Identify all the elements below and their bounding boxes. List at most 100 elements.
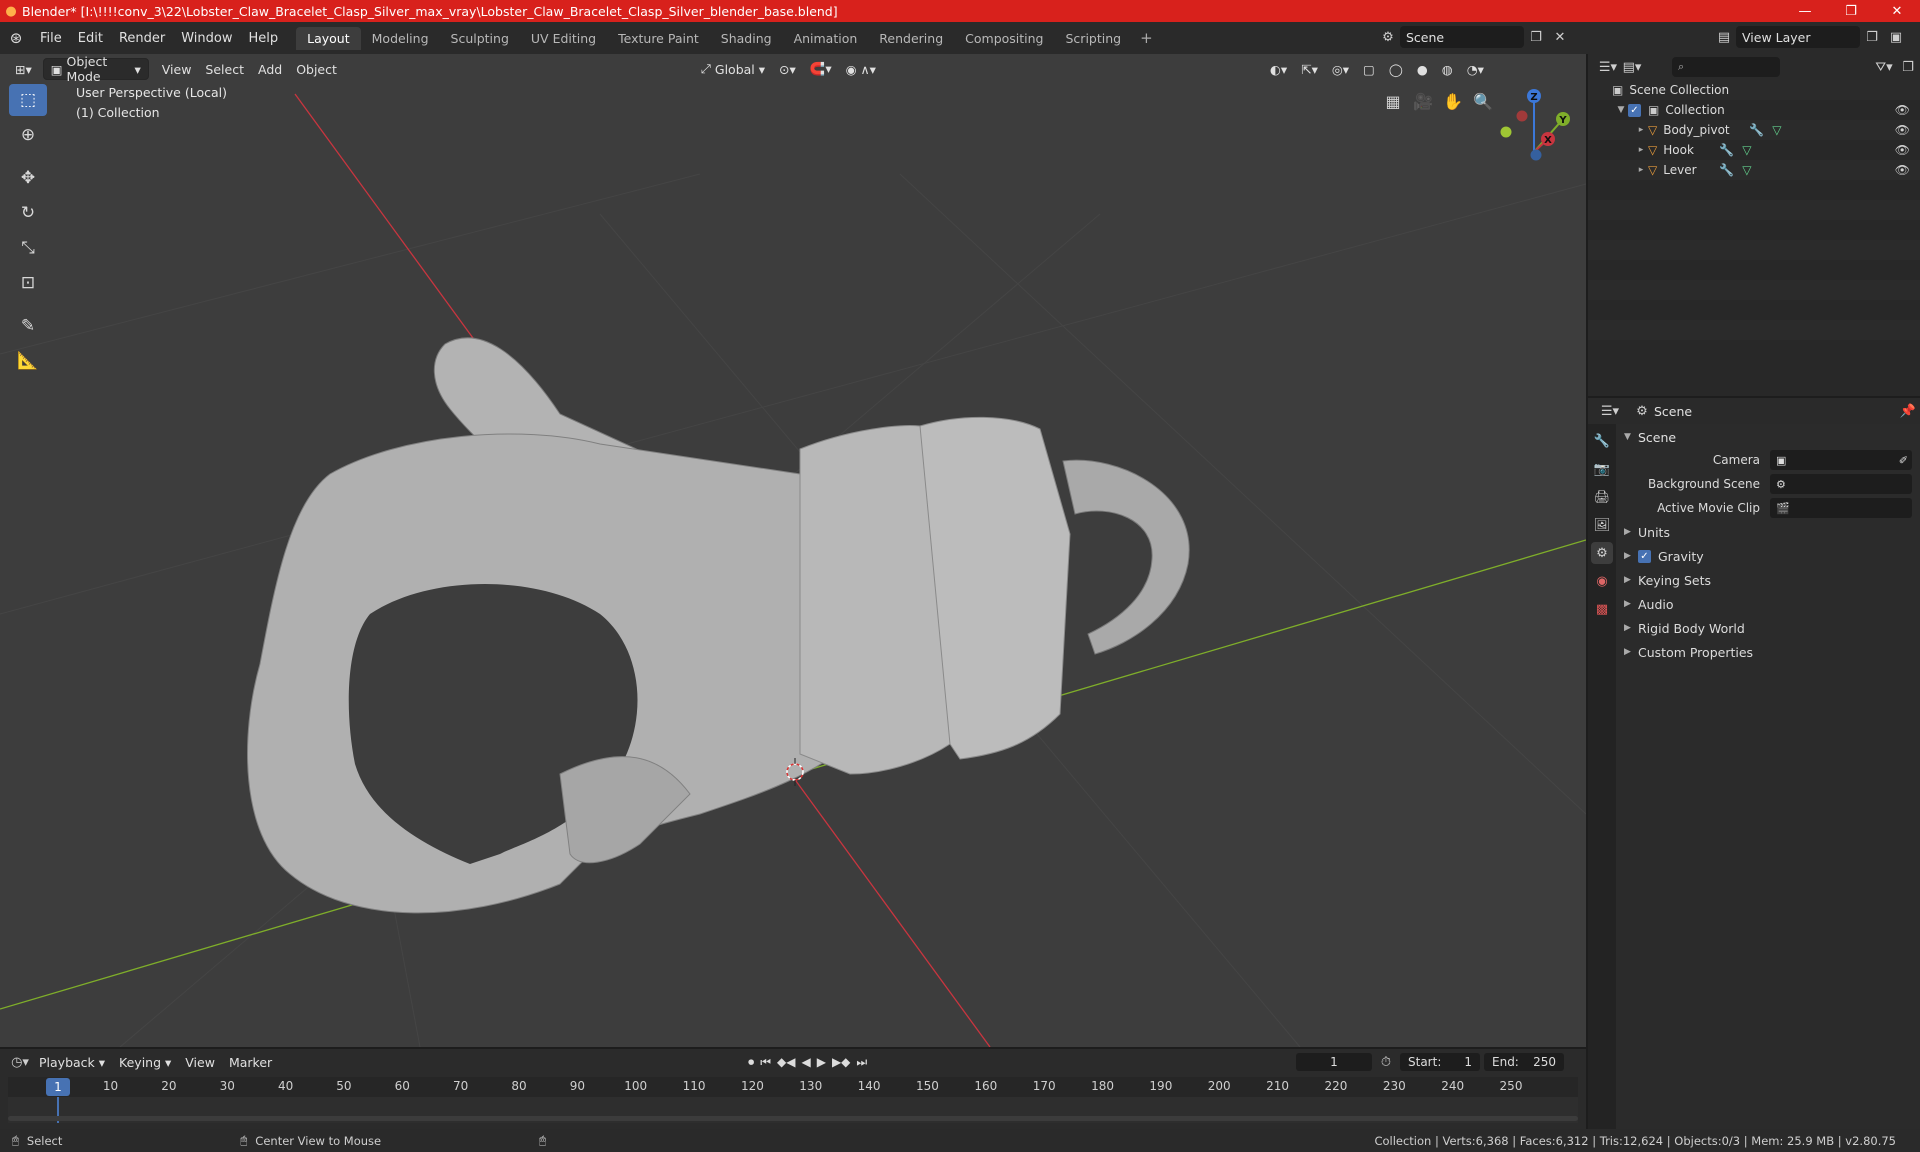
- gizmo-toggle-icon[interactable]: ⇱▾: [1294, 58, 1325, 80]
- timeline-menu-playback[interactable]: Playback ▾: [32, 1051, 112, 1073]
- timeline-scrollbar[interactable]: [8, 1116, 1578, 1121]
- properties-editor-type-icon[interactable]: ☰▾: [1598, 400, 1622, 422]
- rotate-tool-icon[interactable]: ↻: [9, 197, 47, 229]
- collapse-arrow-icon[interactable]: ▼: [1614, 105, 1628, 115]
- timeline-keyframe-area[interactable]: [8, 1097, 1578, 1123]
- scale-tool-icon[interactable]: ⤡: [9, 232, 47, 264]
- jump-keyframe-forward-icon[interactable]: ▶◆: [832, 1055, 850, 1069]
- stopwatch-icon[interactable]: ⏱: [1374, 1051, 1398, 1073]
- annotate-tool-icon[interactable]: ✎: [9, 310, 47, 342]
- xray-icon[interactable]: ▢: [1356, 58, 1382, 80]
- outliner-editor-type-icon[interactable]: ☰▾: [1596, 56, 1620, 78]
- eyedropper-icon[interactable]: ✐: [1899, 454, 1908, 467]
- add-workspace-icon[interactable]: +: [1132, 29, 1161, 47]
- outliner-search-input[interactable]: ⌕: [1672, 57, 1780, 77]
- eye-icon[interactable]: 👁: [1895, 103, 1910, 117]
- eye-icon[interactable]: 👁: [1895, 163, 1910, 177]
- delete-view-layer-icon[interactable]: ▣: [1884, 26, 1908, 48]
- gravity-checkbox[interactable]: ✓: [1638, 549, 1651, 563]
- tab-scripting[interactable]: Scripting: [1055, 27, 1133, 50]
- close-button[interactable]: ✕: [1874, 4, 1920, 19]
- play-reverse-icon[interactable]: ◀: [801, 1055, 810, 1069]
- camera-field[interactable]: ▣ ✐: [1770, 450, 1912, 470]
- tree-item-collection[interactable]: ▼ ✓ ▣ Collection 👁: [1588, 100, 1920, 120]
- toggle-camera-view-icon[interactable]: ▦: [1378, 86, 1408, 116]
- modifier-mesh-icons[interactable]: 🔧▽: [1719, 163, 1759, 177]
- output-tab-icon[interactable]: 🖨: [1591, 486, 1613, 508]
- jump-keyframe-back-icon[interactable]: ◆◀: [777, 1055, 795, 1069]
- filter-icon[interactable]: ⛛▾: [1872, 56, 1896, 78]
- current-frame-marker[interactable]: 1: [46, 1078, 70, 1096]
- jump-start-icon[interactable]: ⏮: [760, 1055, 771, 1070]
- timeline-editor-type-icon[interactable]: ◷▾: [8, 1051, 32, 1073]
- solid-shading-icon[interactable]: ●: [1410, 58, 1435, 80]
- render-tab-icon[interactable]: 📷: [1591, 458, 1613, 480]
- units-panel[interactable]: ▶ Units: [1618, 520, 1920, 544]
- view-layer-tab-icon[interactable]: 🖼: [1591, 514, 1613, 536]
- modifier-mesh-icons[interactable]: 🔧▽: [1749, 123, 1789, 137]
- texture-tab-icon[interactable]: ▩: [1591, 598, 1613, 620]
- snap-icon[interactable]: 🧲▾: [803, 58, 839, 80]
- current-frame-field[interactable]: 1: [1296, 1053, 1372, 1071]
- 3d-viewport[interactable]: Z Y X ⊞▾ ▣ Object Mode ▾ View Select Add…: [0, 54, 1586, 1047]
- overlay-toggle-icon[interactable]: ◎▾: [1325, 58, 1356, 80]
- modifier-mesh-icons[interactable]: 🔧▽: [1719, 143, 1759, 157]
- scene-field[interactable]: Scene: [1400, 26, 1524, 48]
- record-icon[interactable]: ⏺: [748, 1055, 754, 1070]
- zoom-icon[interactable]: 🔍: [1468, 86, 1498, 116]
- timeline-menu-marker[interactable]: Marker: [222, 1051, 279, 1073]
- collection-checkbox[interactable]: ✓: [1628, 103, 1641, 117]
- eye-icon[interactable]: 👁: [1895, 143, 1910, 157]
- audio-panel[interactable]: ▶ Audio: [1618, 592, 1920, 616]
- tree-item-lever[interactable]: ▸ ▽ Lever 🔧▽ 👁: [1588, 160, 1920, 180]
- editor-type-icon[interactable]: ⊞▾: [8, 58, 39, 80]
- menu-edit[interactable]: Edit: [70, 31, 111, 46]
- jump-end-icon[interactable]: ⏭: [856, 1055, 867, 1070]
- viewport-menu-select[interactable]: Select: [198, 58, 251, 80]
- viewport-menu-add[interactable]: Add: [251, 58, 289, 80]
- end-frame-field[interactable]: End: 250: [1484, 1053, 1564, 1071]
- menu-help[interactable]: Help: [241, 31, 287, 46]
- minimize-button[interactable]: —: [1782, 4, 1828, 19]
- timeline-menu-keying[interactable]: Keying ▾: [112, 1051, 178, 1073]
- tab-sculpting[interactable]: Sculpting: [440, 27, 520, 50]
- tab-texture-paint[interactable]: Texture Paint: [607, 27, 710, 50]
- menu-file[interactable]: File: [32, 31, 70, 46]
- menu-render[interactable]: Render: [111, 31, 173, 46]
- expand-arrow-icon[interactable]: ▸: [1634, 165, 1648, 175]
- pivot-point-icon[interactable]: ⊙▾: [772, 58, 803, 80]
- tool-settings-tab-icon[interactable]: 🔧: [1591, 430, 1613, 452]
- tab-modeling[interactable]: Modeling: [361, 27, 440, 50]
- custom-properties-panel[interactable]: ▶ Custom Properties: [1618, 640, 1920, 664]
- tree-item-body-pivot[interactable]: ▸ ▽ Body_pivot 🔧▽ 👁: [1588, 120, 1920, 140]
- expand-arrow-icon[interactable]: ▸: [1634, 125, 1648, 135]
- tree-item-hook[interactable]: ▸ ▽ Hook 🔧▽ 👁: [1588, 140, 1920, 160]
- move-tool-icon[interactable]: ✥: [9, 162, 47, 194]
- expand-arrow-icon[interactable]: ▸: [1634, 145, 1648, 155]
- camera-icon[interactable]: 🎥: [1408, 86, 1438, 116]
- maximize-button[interactable]: ❐: [1828, 4, 1874, 19]
- new-view-layer-icon[interactable]: ❐: [1860, 26, 1884, 48]
- rendered-shading-icon[interactable]: ◔▾: [1460, 58, 1491, 80]
- lobster-clasp-model[interactable]: [247, 337, 1190, 914]
- view-layer-icon[interactable]: ▤: [1712, 26, 1736, 48]
- active-movie-clip-field[interactable]: 🎬: [1770, 498, 1912, 518]
- world-tab-icon[interactable]: ◉: [1591, 570, 1613, 592]
- pan-hand-icon[interactable]: ✋: [1438, 86, 1468, 116]
- new-collection-icon[interactable]: ❐: [1896, 56, 1920, 78]
- menu-window[interactable]: Window: [173, 31, 240, 46]
- scene-type-icon[interactable]: ⚙: [1376, 26, 1400, 48]
- select-box-tool-icon[interactable]: ⬚: [9, 84, 47, 116]
- rigid-body-world-panel[interactable]: ▶ Rigid Body World: [1618, 616, 1920, 640]
- viewport-menu-view[interactable]: View: [155, 58, 199, 80]
- cursor-tool-icon[interactable]: ⊕: [9, 119, 47, 151]
- tab-compositing[interactable]: Compositing: [954, 27, 1054, 50]
- material-shading-icon[interactable]: ◍: [1435, 58, 1460, 80]
- viewport-menu-object[interactable]: Object: [289, 58, 344, 80]
- scene-panel-header[interactable]: ▼ Scene: [1618, 426, 1920, 448]
- transform-orientation[interactable]: ⤢ Global ▾: [694, 58, 772, 80]
- tab-animation[interactable]: Animation: [783, 27, 869, 50]
- view-layer-field[interactable]: View Layer: [1736, 26, 1860, 48]
- wireframe-shading-icon[interactable]: ◯: [1382, 58, 1410, 80]
- mode-selector[interactable]: ▣ Object Mode ▾: [42, 54, 149, 84]
